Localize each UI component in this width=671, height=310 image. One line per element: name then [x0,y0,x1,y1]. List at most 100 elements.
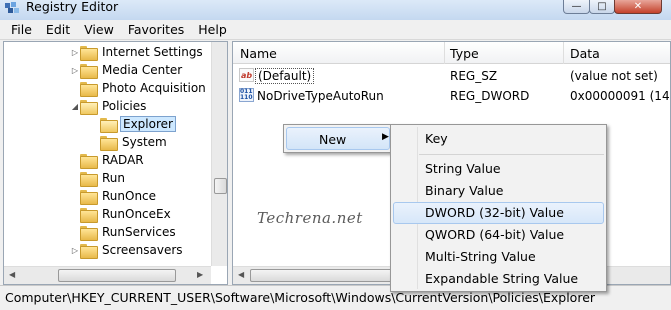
menu-file[interactable]: File [4,22,39,37]
key-path: Computer\HKEY_CURRENT_USER\Software\Micr… [5,290,596,305]
value-data: (value not set) [570,69,658,83]
menu-item-qword-value[interactable]: QWORD (64-bit) Value [393,224,604,246]
folder-icon [80,153,98,169]
scroll-thumb[interactable] [214,178,227,194]
tree-item-label: RunServices [102,225,176,239]
column-separator[interactable] [563,42,564,64]
tree-item-label: RADAR [102,153,144,167]
list-header: Name Type Data [233,42,670,64]
folder-icon [80,81,98,97]
menu-item-key[interactable]: Key [393,128,604,150]
tree-item-label: Run [102,171,126,185]
title-bar: Registry Editor — □ ✕ [0,0,671,20]
close-button[interactable]: ✕ [614,0,662,14]
new-submenu: Key String Value Binary Value DWORD (32-… [390,124,607,292]
menu-separator [419,154,604,155]
value-row[interactable]: 011 110 NoDriveTypeAutoRun REG_DWORD 0x0… [233,86,671,106]
menu-item-binary-value[interactable]: Binary Value [393,180,604,202]
tree-item-runonceex[interactable]: RunOnceEx [70,205,173,223]
menu-item-label: DWORD (32-bit) Value [425,205,564,220]
tree-item-label: Screensavers [102,243,183,257]
collapse-icon[interactable]: ◢ [70,101,80,111]
tree-vertical-scrollbar[interactable] [211,42,227,266]
binary-value-icon: 011 110 [239,88,254,102]
minimize-button[interactable]: — [563,0,590,14]
tree-item-label: Explorer [120,116,176,132]
menu-edit[interactable]: Edit [39,22,77,37]
menu-item-label: Binary Value [425,183,504,198]
menu-item-expandable-string-value[interactable]: Expandable String Value [393,268,604,290]
menu-item-label: Expandable String Value [425,271,579,286]
tree-item-radar[interactable]: RADAR [70,151,146,169]
menu-bar: File Edit View Favorites Help [0,20,671,40]
menu-favorites[interactable]: Favorites [121,22,191,37]
expand-icon [70,209,80,219]
folder-icon [80,189,98,205]
menu-item-label: String Value [425,161,501,176]
tree-item-label: Internet Settings [102,45,203,59]
menu-item-new[interactable]: New ▶ [286,127,390,150]
value-name: (Default) [255,68,315,84]
tree-item-explorer[interactable]: Explorer [90,115,176,133]
string-value-icon: ab [239,68,254,82]
open-folder-icon [80,99,98,115]
registry-editor-icon [5,2,19,13]
expand-icon[interactable]: ▷ [70,65,80,75]
menu-item-string-value[interactable]: String Value [393,158,604,180]
scroll-thumb[interactable] [58,269,176,282]
folder-icon [100,135,118,151]
tree-horizontal-scrollbar[interactable]: ◀ ▶ [4,266,211,284]
expand-icon[interactable]: ▷ [70,47,80,57]
expand-icon [70,83,80,93]
menu-item-label: QWORD (64-bit) Value [425,227,565,242]
expand-icon [70,173,80,183]
scroll-right-icon[interactable]: ▶ [197,270,203,279]
submenu-arrow-icon: ▶ [382,132,389,142]
tree-item-label: System [122,135,167,149]
menu-view[interactable]: View [77,22,121,37]
column-type-header[interactable]: Type [450,46,479,61]
expand-icon [90,137,100,147]
expand-icon[interactable]: ▷ [70,245,80,255]
folder-icon [80,207,98,223]
expand-icon [70,227,80,237]
expand-icon [70,155,80,165]
column-separator[interactable] [444,42,445,64]
folder-icon [80,171,98,187]
tree-item-label: Media Center [102,63,183,77]
tree-item-run[interactable]: Run [70,169,127,187]
tree-item-screensavers[interactable]: ▷ Screensavers [70,241,185,259]
scroll-left-icon[interactable]: ◀ [238,270,244,279]
tree-item-label: Policies [102,99,147,113]
tree-item-label: RunOnce [102,189,157,203]
column-name-header[interactable]: Name [240,46,277,61]
tree-item-internet-settings[interactable]: ▷ Internet Settings [70,43,205,61]
tree-item-label: Photo Acquisition [102,81,206,95]
menu-item-label: Multi-String Value [425,249,536,264]
tree-item-runonce[interactable]: RunOnce [70,187,158,205]
open-folder-icon [100,117,118,133]
value-type: REG_SZ [450,69,498,83]
value-row[interactable]: ab (Default) REG_SZ (value not set) [233,66,670,86]
maximize-button[interactable]: □ [589,0,615,14]
close-icon: ✕ [633,0,643,12]
tree-item-system[interactable]: System [90,133,169,151]
tree-item-media-center[interactable]: ▷ Media Center [70,61,184,79]
folder-icon [80,45,98,61]
tree-item-label: RunOnceEx [102,207,171,221]
value-type: REG_DWORD [450,89,530,103]
menu-help[interactable]: Help [191,22,234,37]
value-name: NoDriveTypeAutoRun [257,89,384,103]
tree-item-policies[interactable]: ◢ Policies [70,97,148,115]
value-data: 0x00000091 (145) [570,89,671,103]
scroll-left-icon[interactable]: ◀ [9,270,15,279]
menu-item-dword-value[interactable]: DWORD (32-bit) Value [393,202,604,224]
key-tree-pane: ▷ Internet Settings ▷ Media Center Photo… [3,41,228,285]
watermark-text: Techrena.net [257,209,363,227]
menu-item-multi-string-value[interactable]: Multi-String Value [393,246,604,268]
window-title: Registry Editor [26,0,119,14]
column-data-header[interactable]: Data [570,46,600,61]
minimize-icon: — [571,0,582,12]
tree-item-photo-acquisition[interactable]: Photo Acquisition [70,79,208,97]
tree-item-runservices[interactable]: RunServices [70,223,178,241]
